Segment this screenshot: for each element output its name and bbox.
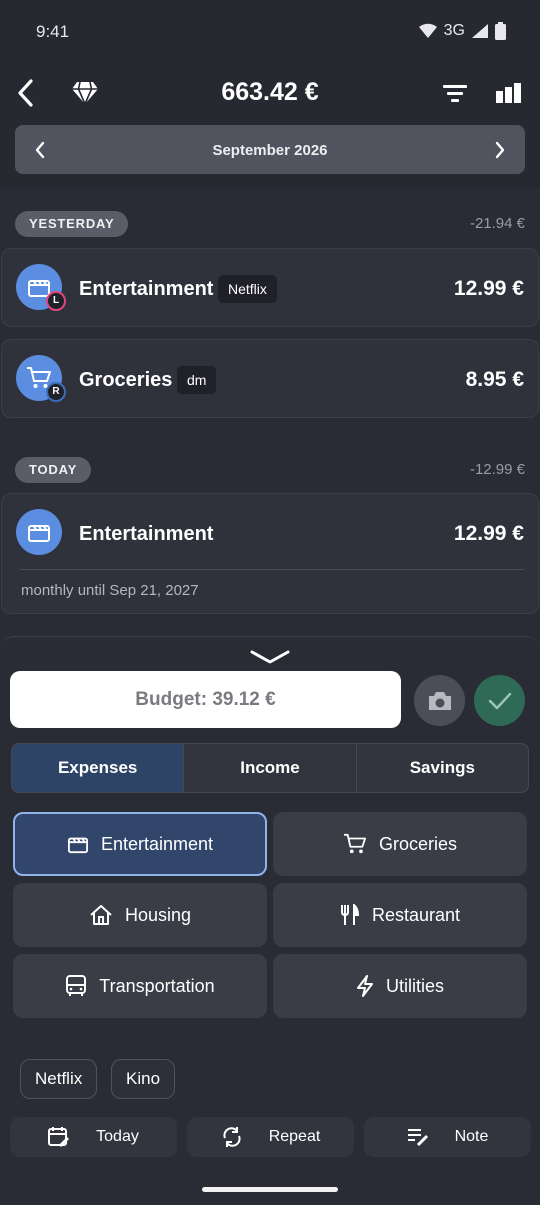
bar-chart-icon	[496, 83, 521, 103]
bolt-icon	[356, 975, 373, 997]
cart-icon	[343, 833, 366, 854]
transaction-row[interactable]: R Groceries dm 8.95 €	[1, 339, 539, 418]
next-month-button[interactable]	[485, 135, 515, 165]
category-label: Restaurant	[371, 904, 461, 925]
option-label: Repeat	[268, 1128, 321, 1145]
filter-icon	[443, 85, 467, 102]
statistics-button[interactable]	[490, 74, 528, 112]
camera-icon	[428, 691, 451, 710]
tab-savings[interactable]: Savings	[357, 744, 528, 792]
network-type-label: 3G	[443, 22, 465, 39]
day-header-today: TODAY -12.99 €	[15, 457, 525, 483]
option-label: Note	[454, 1128, 489, 1145]
month-selector: September 2026	[15, 125, 525, 174]
repeat-button[interactable]: Repeat	[187, 1117, 354, 1157]
category-button-entertainment[interactable]: Entertainment	[13, 812, 267, 876]
status-time: 9:41	[36, 22, 70, 41]
house-icon	[90, 905, 112, 925]
checkmark-icon	[488, 692, 511, 709]
fork-knife-icon	[340, 904, 359, 925]
category-label: Transportation	[99, 975, 215, 996]
chevron-down-icon	[250, 650, 290, 664]
option-label: Today	[96, 1128, 139, 1145]
clapperboard-icon	[67, 837, 88, 854]
day-total: -12.99 €	[469, 461, 525, 478]
day-header-yesterday: YESTERDAY -21.94 €	[15, 211, 525, 237]
wifi-icon	[418, 23, 437, 38]
amount-input[interactable]: Budget: 39.12 €	[10, 671, 401, 728]
day-label: TODAY	[15, 457, 92, 483]
add-transaction-sheet: Budget: 39.12 € Expenses Income Savings …	[0, 636, 540, 1205]
transaction-category: Groceries	[79, 369, 173, 391]
note-button[interactable]: Note	[364, 1117, 531, 1157]
category-label: Groceries	[378, 833, 458, 854]
day-total: -21.94 €	[469, 215, 525, 232]
home-indicator[interactable]	[202, 1187, 338, 1192]
signal-icon	[472, 24, 488, 38]
category-avatar	[16, 509, 62, 555]
category-label: Utilities	[385, 975, 444, 996]
confirm-button[interactable]	[474, 675, 525, 726]
battery-icon	[495, 22, 506, 40]
category-label: Entertainment	[100, 833, 214, 854]
transaction-type-tabs: Expenses Income Savings	[11, 743, 529, 793]
transaction-amount: 12.99 €	[453, 522, 524, 545]
repeat-icon	[223, 1127, 241, 1147]
date-button[interactable]: Today	[10, 1117, 177, 1157]
filter-button[interactable]	[436, 74, 474, 112]
month-label[interactable]: September 2026	[15, 142, 525, 159]
tab-income[interactable]: Income	[184, 744, 357, 792]
calendar-edit-icon	[48, 1127, 70, 1148]
note-edit-icon	[407, 1129, 428, 1147]
category-avatar: R	[16, 355, 66, 402]
day-label: YESTERDAY	[15, 211, 129, 237]
chevron-right-icon	[495, 141, 505, 159]
category-avatar: L	[16, 264, 66, 311]
category-button-restaurant[interactable]: Restaurant	[273, 883, 527, 947]
transaction-tag: dm	[177, 366, 217, 394]
status-bar: 9:41 3G	[0, 0, 540, 64]
category-button-groceries[interactable]: Groceries	[273, 812, 527, 876]
transaction-category: Entertainment	[79, 523, 214, 545]
category-label: Housing	[124, 904, 192, 925]
transaction-row[interactable]: Entertainment 12.99 € monthly until Sep …	[1, 493, 539, 614]
divider	[20, 569, 524, 570]
app-bar: 663.42 €	[0, 66, 540, 120]
status-icons: 3G	[418, 22, 506, 40]
recurring-info: monthly until Sep 21, 2027	[21, 582, 199, 599]
camera-button[interactable]	[414, 675, 465, 726]
tab-expenses[interactable]: Expenses	[12, 744, 185, 792]
bus-icon	[66, 975, 87, 996]
transaction-row[interactable]: L Entertainment Netflix 12.99 €	[1, 248, 539, 327]
collapse-sheet-button[interactable]	[250, 649, 290, 670]
transaction-tag: Netflix	[218, 275, 277, 303]
transaction-amount: 12.99 €	[453, 277, 524, 300]
category-button-housing[interactable]: Housing	[13, 883, 267, 947]
transaction-amount: 8.95 €	[465, 368, 524, 391]
tag-suggestion-chip[interactable]: Kino	[111, 1059, 176, 1099]
category-button-transportation[interactable]: Transportation	[13, 954, 267, 1018]
tag-suggestion-chip[interactable]: Netflix	[20, 1059, 98, 1099]
clapperboard-icon	[28, 525, 50, 542]
category-button-utilities[interactable]: Utilities	[273, 954, 527, 1018]
transaction-category: Entertainment	[79, 278, 214, 300]
account-badge: L	[46, 291, 66, 311]
account-badge: R	[46, 382, 66, 402]
